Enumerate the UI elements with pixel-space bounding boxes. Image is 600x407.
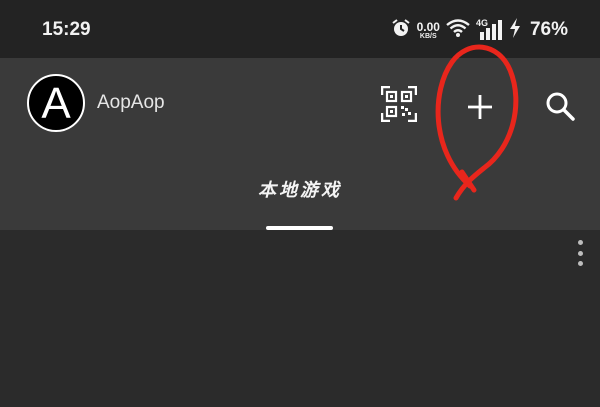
more-options-button[interactable] xyxy=(574,240,586,266)
avatar[interactable]: A xyxy=(27,74,85,132)
app-bar: A AopAop 本地游戏 xyxy=(0,58,600,230)
status-indicators: 0.00 KB/S 4G 76% xyxy=(391,17,568,43)
battery-level: 76% xyxy=(529,19,568,40)
add-icon xyxy=(468,95,492,119)
username[interactable]: AopAop xyxy=(97,92,165,114)
signal-icon: 4G xyxy=(476,18,502,41)
search-button[interactable] xyxy=(540,86,580,126)
alarm-icon xyxy=(391,18,411,42)
qr-scan-button[interactable] xyxy=(380,85,418,123)
net-speed: 0.00 KB/S xyxy=(417,21,440,40)
tab-local-games[interactable]: 本地游戏 xyxy=(240,176,360,202)
more-dot-icon xyxy=(577,261,583,266)
add-button[interactable] xyxy=(458,85,502,129)
avatar-letter: A xyxy=(41,79,71,128)
qr-code-icon xyxy=(381,86,417,122)
more-dot-icon xyxy=(577,250,583,256)
net-speed-unit: KB/S xyxy=(419,32,437,40)
status-time: 15:29 xyxy=(42,19,91,40)
wifi-icon xyxy=(446,18,470,42)
net-speed-value: 0.00 xyxy=(416,19,440,34)
charging-icon xyxy=(508,17,522,43)
more-dot-icon xyxy=(577,240,583,245)
status-bar: 15:29 0.00 KB/S 4G 76% xyxy=(0,0,600,58)
search-icon xyxy=(546,92,575,121)
game-list-area xyxy=(0,230,600,407)
